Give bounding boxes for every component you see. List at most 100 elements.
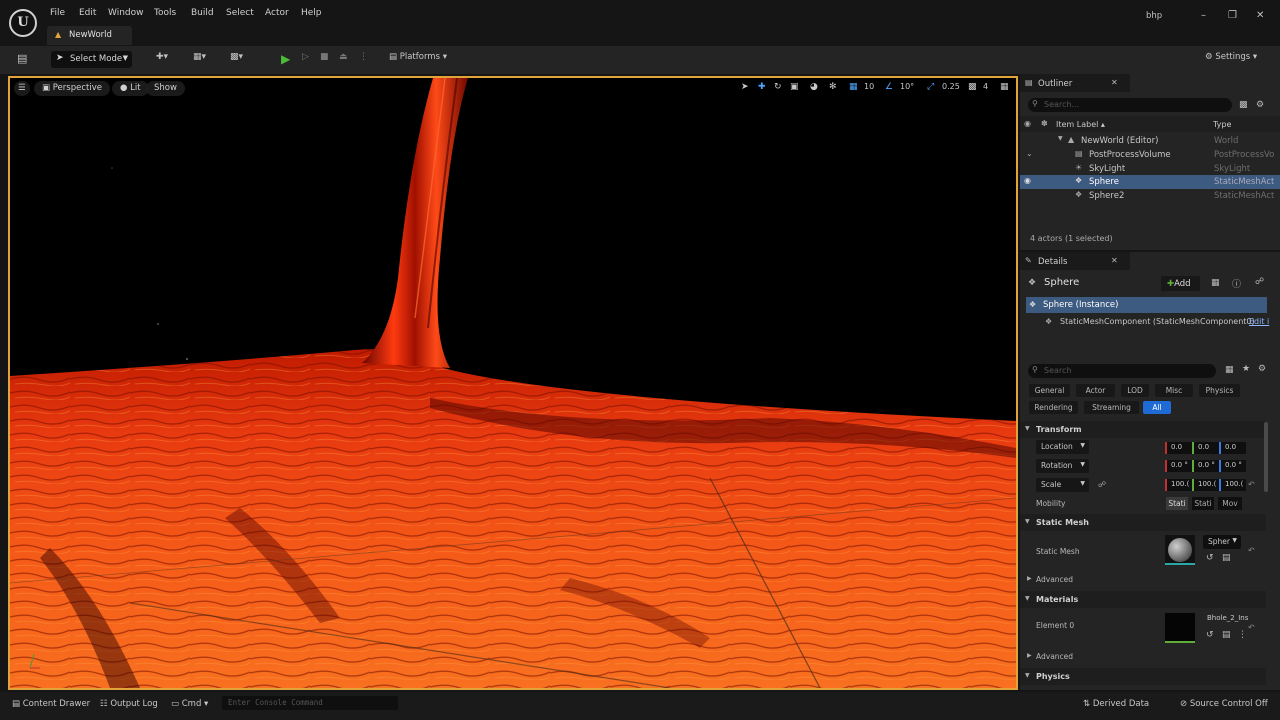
close-icon[interactable]: ✕ [1111, 256, 1118, 265]
more-options-icon[interactable]: ⋮ [1238, 630, 1247, 640]
visibility-icon[interactable]: ⌄ [1026, 149, 1033, 158]
rotation-snap-icon[interactable]: ∠ [885, 82, 893, 92]
favorites-icon[interactable]: ★ [1242, 364, 1250, 374]
more-options-icon[interactable]: ⋮ [359, 52, 368, 68]
outliner-search-input[interactable]: ⚲ Search... [1028, 98, 1232, 112]
reset-icon[interactable]: ↶ [1248, 480, 1255, 489]
filter-general[interactable]: General [1029, 384, 1070, 397]
item-label-column[interactable]: Item Label ▴ [1056, 120, 1105, 129]
stop-icon[interactable]: ■ [320, 52, 329, 68]
scale-dropdown[interactable]: Scale ▼ [1036, 478, 1089, 492]
select-tool-icon[interactable]: ➤ [741, 82, 749, 92]
derived-data-button[interactable]: ⇅ Derived Data [1083, 699, 1149, 709]
rotation-x-field[interactable]: 0.0 ° [1165, 460, 1192, 472]
transform-category[interactable]: ▼ Transform [1020, 421, 1266, 438]
content-drawer-button[interactable]: ▤ Content Drawer [12, 699, 90, 709]
filter-lod[interactable]: LOD [1121, 384, 1149, 397]
materials-category[interactable]: ▼ Materials [1020, 591, 1266, 608]
show-button[interactable]: Show [146, 81, 185, 96]
sphere-thumbnail[interactable] [1165, 535, 1195, 565]
save-icon[interactable]: ▤ [17, 52, 27, 68]
gear-icon[interactable]: ⚙ [1256, 100, 1264, 110]
details-search-input[interactable]: ⚲ Search [1028, 364, 1216, 378]
visibility-icon[interactable]: ◉ [1024, 176, 1031, 185]
scale-snap-icon[interactable]: ⤢ [927, 82, 934, 92]
location-z-field[interactable]: 0.0 [1219, 442, 1246, 454]
filter-streaming[interactable]: Streaming [1084, 401, 1139, 414]
unreal-logo-icon[interactable]: U [9, 9, 37, 37]
browse-icon[interactable]: ▤ [1222, 553, 1231, 563]
lock-scale-icon[interactable]: ☍ [1098, 480, 1106, 489]
menu-build[interactable]: Build [191, 8, 214, 18]
rotation-dropdown[interactable]: Rotation ▼ [1036, 459, 1089, 473]
settings-button[interactable]: ⚙ Settings ▾ [1205, 52, 1257, 62]
viewport-menu-icon[interactable]: ☰ [14, 81, 30, 96]
location-dropdown[interactable]: Location ▼ [1036, 440, 1089, 454]
menu-help[interactable]: Help [301, 8, 322, 18]
menu-window[interactable]: Window [108, 8, 144, 18]
close-window-icon[interactable]: ✕ [1256, 10, 1264, 21]
use-selected-icon[interactable]: ↺ [1206, 553, 1214, 563]
component-row[interactable]: ❖ StaticMeshComponent (StaticMeshCompone… [1026, 315, 1269, 329]
use-selected-icon[interactable]: ↺ [1206, 630, 1214, 640]
visibility-icon[interactable]: ◉ [1024, 119, 1031, 128]
mobility-stationary-button[interactable]: Stati [1192, 497, 1214, 510]
rotation-y-field[interactable]: 0.0 ° [1192, 460, 1219, 472]
select-mode-dropdown[interactable]: ➤ Select Mode ▼ [51, 51, 132, 68]
browse-icon[interactable]: ▤ [1222, 630, 1231, 640]
source-control-button[interactable]: ⊘ Source Control Off [1180, 699, 1268, 709]
add-component-button[interactable]: ✚Add [1161, 276, 1200, 291]
world-space-icon[interactable]: ◕ [810, 82, 818, 92]
platforms-button[interactable]: ▤ Platforms ▾ [389, 52, 447, 62]
tab-project[interactable]: ▲ NewWorld [47, 26, 132, 45]
type-column[interactable]: Type [1213, 120, 1231, 129]
details-scrollbar[interactable] [1264, 422, 1268, 492]
menu-file[interactable]: File [50, 8, 65, 18]
material-thumbnail[interactable] [1165, 613, 1195, 643]
output-log-button[interactable]: ☷ Output Log [100, 699, 158, 709]
play-icon[interactable]: ▶ [281, 52, 290, 66]
location-x-field[interactable]: 0.0 [1165, 442, 1192, 454]
filter-rendering[interactable]: Rendering [1029, 401, 1078, 414]
level-viewport[interactable]: ☰ ▣ Perspective ● Lit Show ➤ ✚ ↻ ▣ ◕ ✻ ▦… [8, 76, 1018, 690]
camera-speed-icon[interactable]: ▩ [968, 82, 977, 92]
scale-y-field[interactable]: 100.( [1192, 479, 1219, 491]
mobility-movable-button[interactable]: Mov [1218, 497, 1242, 510]
scale-snap-value[interactable]: 0.25 [942, 82, 960, 91]
physics-category[interactable]: ▼ Physics [1020, 668, 1266, 685]
close-icon[interactable]: ✕ [1111, 78, 1118, 87]
filter-physics[interactable]: Physics [1199, 384, 1240, 397]
eject-icon[interactable]: ⏏ [339, 52, 348, 68]
scale-z-field[interactable]: 100.( [1219, 479, 1246, 491]
advance-frame-icon[interactable]: ▷ [302, 52, 309, 68]
pin-icon[interactable]: ✽ [1041, 119, 1048, 128]
advanced-row-1[interactable]: ▶ Advanced [1020, 573, 1266, 587]
surface-snap-icon[interactable]: ✻ [829, 82, 837, 92]
grid-snap-icon[interactable]: ▦ [849, 82, 858, 92]
property-matrix-icon[interactable]: ▦ [1225, 365, 1234, 375]
tree-row-skylight[interactable]: ☀ SkyLight SkyLight [1020, 162, 1280, 176]
add-content-icon[interactable]: ✚▾ [156, 52, 168, 68]
translate-tool-icon[interactable]: ✚ [758, 82, 766, 92]
maximize-icon[interactable]: ❐ [1228, 10, 1237, 21]
scale-tool-icon[interactable]: ▣ [790, 82, 799, 92]
component-instance-row[interactable]: ❖ Sphere (Instance) [1026, 297, 1267, 313]
cinematics-icon[interactable]: ▩▾ [230, 52, 243, 68]
filter-actor[interactable]: Actor [1076, 384, 1115, 397]
blueprint-icon[interactable]: ▦▾ [193, 52, 206, 68]
lit-button[interactable]: ● Lit [112, 81, 149, 96]
lock-icon[interactable]: ☍ [1255, 277, 1264, 287]
tree-row-sphere2[interactable]: ❖ Sphere2 StaticMeshActor [1020, 189, 1280, 203]
maximize-viewport-icon[interactable]: ▦ [1000, 82, 1009, 92]
static-mesh-category[interactable]: ▼ Static Mesh [1020, 514, 1266, 531]
rotation-snap-value[interactable]: 10° [900, 82, 914, 91]
tree-row-world[interactable]: ▼ ▲ NewWorld (Editor) World [1020, 134, 1280, 148]
perspective-button[interactable]: ▣ Perspective [34, 81, 110, 96]
static-mesh-dropdown[interactable]: Spher ▼ [1203, 535, 1241, 549]
help-icon[interactable]: ⓘ [1232, 277, 1241, 290]
edit-in-cpp-link[interactable]: Edit i [1249, 317, 1269, 326]
menu-actor[interactable]: Actor [265, 8, 289, 18]
mobility-static-button[interactable]: Stati [1166, 497, 1188, 510]
rotate-tool-icon[interactable]: ↻ [774, 82, 782, 92]
reset-icon[interactable]: ↶ [1248, 623, 1255, 632]
